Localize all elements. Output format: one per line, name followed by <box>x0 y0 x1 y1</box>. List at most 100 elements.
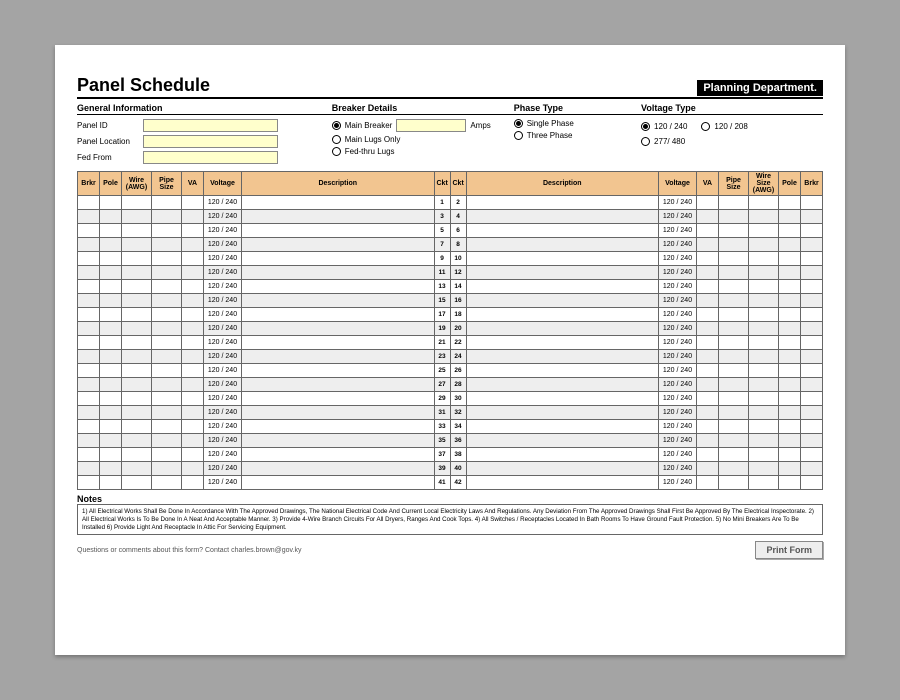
right-cell[interactable] <box>749 364 779 378</box>
right-cell[interactable] <box>749 308 779 322</box>
right-cell[interactable] <box>719 294 749 308</box>
right-cell[interactable] <box>749 294 779 308</box>
left-cell[interactable] <box>100 336 122 350</box>
right-cell[interactable] <box>779 476 801 490</box>
left-cell[interactable] <box>100 392 122 406</box>
left-cell[interactable] <box>152 266 182 280</box>
right-cell[interactable] <box>779 336 801 350</box>
left-cell[interactable] <box>78 350 100 364</box>
right-cell[interactable] <box>749 462 779 476</box>
left-cell[interactable] <box>100 364 122 378</box>
right-cell[interactable] <box>801 392 823 406</box>
right-cell[interactable] <box>719 322 749 336</box>
right-cell[interactable] <box>466 406 659 420</box>
left-cell[interactable] <box>152 336 182 350</box>
right-cell[interactable] <box>719 196 749 210</box>
right-cell[interactable] <box>697 350 719 364</box>
left-cell[interactable] <box>100 462 122 476</box>
right-cell[interactable] <box>749 420 779 434</box>
right-cell[interactable] <box>466 210 659 224</box>
right-cell[interactable] <box>801 224 823 238</box>
left-cell[interactable] <box>152 434 182 448</box>
right-cell[interactable] <box>466 378 659 392</box>
right-cell[interactable] <box>697 238 719 252</box>
right-cell[interactable] <box>749 196 779 210</box>
right-cell[interactable] <box>466 196 659 210</box>
left-cell[interactable] <box>78 378 100 392</box>
right-cell[interactable] <box>697 392 719 406</box>
right-cell[interactable] <box>779 420 801 434</box>
right-cell[interactable] <box>697 210 719 224</box>
left-cell[interactable] <box>152 420 182 434</box>
right-cell[interactable] <box>466 364 659 378</box>
right-cell[interactable] <box>697 406 719 420</box>
right-cell[interactable] <box>779 224 801 238</box>
left-cell[interactable] <box>182 420 204 434</box>
right-cell[interactable] <box>801 210 823 224</box>
radio-main-breaker[interactable] <box>332 121 341 130</box>
right-cell[interactable] <box>719 336 749 350</box>
right-cell[interactable] <box>719 420 749 434</box>
left-cell[interactable] <box>78 322 100 336</box>
left-cell[interactable] <box>182 406 204 420</box>
left-cell[interactable] <box>122 196 152 210</box>
radio-120-208[interactable] <box>701 122 710 131</box>
right-cell[interactable] <box>697 336 719 350</box>
right-cell[interactable] <box>466 336 659 350</box>
left-cell[interactable] <box>242 238 435 252</box>
left-cell[interactable] <box>152 462 182 476</box>
left-cell[interactable] <box>182 462 204 476</box>
right-cell[interactable] <box>801 238 823 252</box>
left-cell[interactable] <box>122 224 152 238</box>
left-cell[interactable] <box>152 294 182 308</box>
left-cell[interactable] <box>242 392 435 406</box>
right-cell[interactable] <box>779 350 801 364</box>
right-cell[interactable] <box>779 364 801 378</box>
radio-single-phase[interactable] <box>514 119 523 128</box>
left-cell[interactable] <box>242 280 435 294</box>
left-cell[interactable] <box>122 308 152 322</box>
right-cell[interactable] <box>466 462 659 476</box>
right-cell[interactable] <box>749 350 779 364</box>
right-cell[interactable] <box>749 238 779 252</box>
right-cell[interactable] <box>466 476 659 490</box>
right-cell[interactable] <box>801 448 823 462</box>
right-cell[interactable] <box>466 294 659 308</box>
left-cell[interactable] <box>100 266 122 280</box>
right-cell[interactable] <box>779 252 801 266</box>
left-cell[interactable] <box>242 308 435 322</box>
left-cell[interactable] <box>182 196 204 210</box>
right-cell[interactable] <box>779 210 801 224</box>
right-cell[interactable] <box>697 448 719 462</box>
left-cell[interactable] <box>182 210 204 224</box>
right-cell[interactable] <box>779 266 801 280</box>
right-cell[interactable] <box>779 280 801 294</box>
left-cell[interactable] <box>100 238 122 252</box>
left-cell[interactable] <box>152 392 182 406</box>
left-cell[interactable] <box>242 196 435 210</box>
left-cell[interactable] <box>242 336 435 350</box>
right-cell[interactable] <box>697 476 719 490</box>
left-cell[interactable] <box>122 462 152 476</box>
right-cell[interactable] <box>719 448 749 462</box>
left-cell[interactable] <box>152 280 182 294</box>
right-cell[interactable] <box>749 378 779 392</box>
left-cell[interactable] <box>122 434 152 448</box>
left-cell[interactable] <box>242 448 435 462</box>
left-cell[interactable] <box>152 350 182 364</box>
right-cell[interactable] <box>719 238 749 252</box>
fed-from-input[interactable] <box>143 151 278 164</box>
right-cell[interactable] <box>749 252 779 266</box>
left-cell[interactable] <box>152 476 182 490</box>
right-cell[interactable] <box>697 462 719 476</box>
left-cell[interactable] <box>78 462 100 476</box>
left-cell[interactable] <box>78 448 100 462</box>
right-cell[interactable] <box>697 364 719 378</box>
right-cell[interactable] <box>801 308 823 322</box>
right-cell[interactable] <box>801 420 823 434</box>
right-cell[interactable] <box>697 196 719 210</box>
right-cell[interactable] <box>779 308 801 322</box>
left-cell[interactable] <box>242 364 435 378</box>
right-cell[interactable] <box>801 476 823 490</box>
right-cell[interactable] <box>719 406 749 420</box>
